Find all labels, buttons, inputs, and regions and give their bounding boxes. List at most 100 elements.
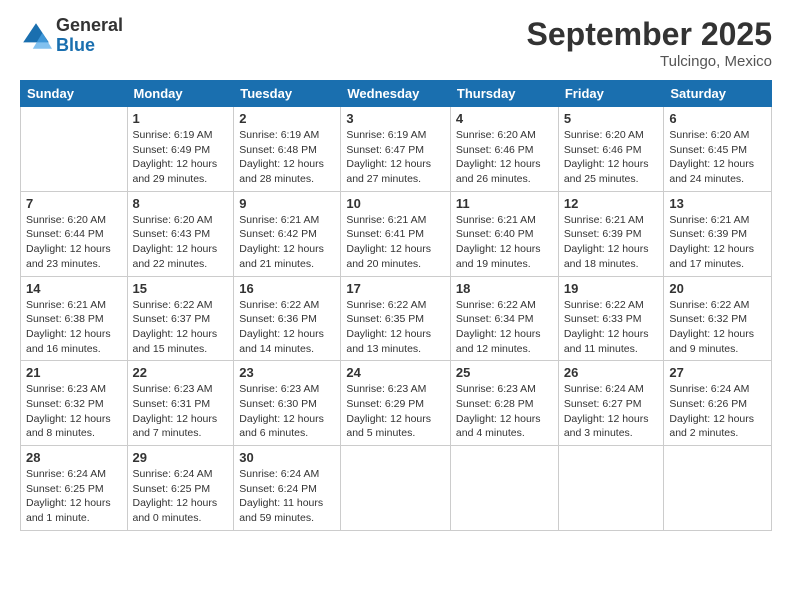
day-info: Sunrise: 6:21 AM Sunset: 6:39 PM Dayligh… bbox=[564, 213, 659, 272]
calendar-cell: 20 Sunrise: 6:22 AM Sunset: 6:32 PM Dayli… bbox=[664, 276, 772, 361]
day-info: Sunrise: 6:22 AM Sunset: 6:36 PM Dayligh… bbox=[239, 298, 335, 357]
day-number: 6 bbox=[669, 111, 766, 126]
calendar-cell: 25 Sunrise: 6:23 AM Sunset: 6:28 PM Dayli… bbox=[450, 361, 558, 446]
day-info: Sunrise: 6:19 AM Sunset: 6:48 PM Dayligh… bbox=[239, 128, 335, 187]
day-number: 8 bbox=[133, 196, 229, 211]
day-info: Sunrise: 6:22 AM Sunset: 6:37 PM Dayligh… bbox=[133, 298, 229, 357]
day-number: 7 bbox=[26, 196, 122, 211]
day-info: Sunrise: 6:22 AM Sunset: 6:32 PM Dayligh… bbox=[669, 298, 766, 357]
calendar-cell: 6 Sunrise: 6:20 AM Sunset: 6:45 PM Daylig… bbox=[664, 107, 772, 192]
day-header-thursday: Thursday bbox=[450, 81, 558, 107]
day-info: Sunrise: 6:20 AM Sunset: 6:46 PM Dayligh… bbox=[564, 128, 659, 187]
day-info: Sunrise: 6:21 AM Sunset: 6:42 PM Dayligh… bbox=[239, 213, 335, 272]
day-number: 30 bbox=[239, 450, 335, 465]
day-info: Sunrise: 6:21 AM Sunset: 6:38 PM Dayligh… bbox=[26, 298, 122, 357]
day-number: 20 bbox=[669, 281, 766, 296]
calendar-cell: 4Sunrise: 6:20 AM Sunset: 6:46 PM Daylig… bbox=[450, 107, 558, 192]
day-number: 18 bbox=[456, 281, 553, 296]
calendar-cell: 18 Sunrise: 6:22 AM Sunset: 6:34 PM Dayli… bbox=[450, 276, 558, 361]
day-number: 25 bbox=[456, 365, 553, 380]
week-row: 21 Sunrise: 6:23 AM Sunset: 6:32 PM Dayli… bbox=[21, 361, 772, 446]
day-info: Sunrise: 6:20 AM Sunset: 6:45 PM Dayligh… bbox=[669, 128, 766, 187]
day-number: 2 bbox=[239, 111, 335, 126]
day-number: 14 bbox=[26, 281, 122, 296]
page: General Blue September 2025 Tulcingo, Me… bbox=[0, 0, 792, 612]
day-number: 17 bbox=[346, 281, 445, 296]
calendar: SundayMondayTuesdayWednesdayThursdayFrid… bbox=[20, 80, 772, 531]
day-header-wednesday: Wednesday bbox=[341, 81, 451, 107]
day-number: 22 bbox=[133, 365, 229, 380]
title-block: September 2025 Tulcingo, Mexico bbox=[527, 16, 772, 70]
logo: General Blue bbox=[20, 16, 123, 56]
header-row: SundayMondayTuesdayWednesdayThursdayFrid… bbox=[21, 81, 772, 107]
day-header-sunday: Sunday bbox=[21, 81, 128, 107]
day-info: Sunrise: 6:22 AM Sunset: 6:35 PM Dayligh… bbox=[346, 298, 445, 357]
day-info: Sunrise: 6:19 AM Sunset: 6:49 PM Dayligh… bbox=[133, 128, 229, 187]
day-header-saturday: Saturday bbox=[664, 81, 772, 107]
day-info: Sunrise: 6:23 AM Sunset: 6:31 PM Dayligh… bbox=[133, 382, 229, 441]
calendar-cell: 12 Sunrise: 6:21 AM Sunset: 6:39 PM Dayli… bbox=[558, 191, 664, 276]
calendar-cell: 13Sunrise: 6:21 AM Sunset: 6:39 PM Dayli… bbox=[664, 191, 772, 276]
day-info: Sunrise: 6:23 AM Sunset: 6:32 PM Dayligh… bbox=[26, 382, 122, 441]
calendar-cell: 11Sunrise: 6:21 AM Sunset: 6:40 PM Dayli… bbox=[450, 191, 558, 276]
day-number: 9 bbox=[239, 196, 335, 211]
day-info: Sunrise: 6:22 AM Sunset: 6:34 PM Dayligh… bbox=[456, 298, 553, 357]
calendar-cell bbox=[341, 446, 451, 531]
week-row: 28 Sunrise: 6:24 AM Sunset: 6:25 PM Dayli… bbox=[21, 446, 772, 531]
calendar-cell: 30 Sunrise: 6:24 AM Sunset: 6:24 PM Dayli… bbox=[234, 446, 341, 531]
logo-text: General Blue bbox=[56, 16, 123, 56]
location: Tulcingo, Mexico bbox=[527, 53, 772, 70]
day-info: Sunrise: 6:22 AM Sunset: 6:33 PM Dayligh… bbox=[564, 298, 659, 357]
calendar-cell bbox=[450, 446, 558, 531]
day-number: 15 bbox=[133, 281, 229, 296]
day-number: 1 bbox=[133, 111, 229, 126]
day-number: 23 bbox=[239, 365, 335, 380]
day-info: Sunrise: 6:24 AM Sunset: 6:27 PM Dayligh… bbox=[564, 382, 659, 441]
day-number: 3 bbox=[346, 111, 445, 126]
day-number: 26 bbox=[564, 365, 659, 380]
week-row: 7 Sunrise: 6:20 AM Sunset: 6:44 PM Daylig… bbox=[21, 191, 772, 276]
day-info: Sunrise: 6:23 AM Sunset: 6:29 PM Dayligh… bbox=[346, 382, 445, 441]
logo-blue: Blue bbox=[56, 36, 123, 56]
calendar-cell: 8 Sunrise: 6:20 AM Sunset: 6:43 PM Daylig… bbox=[127, 191, 234, 276]
day-number: 12 bbox=[564, 196, 659, 211]
day-info: Sunrise: 6:23 AM Sunset: 6:28 PM Dayligh… bbox=[456, 382, 553, 441]
calendar-cell: 19 Sunrise: 6:22 AM Sunset: 6:33 PM Dayli… bbox=[558, 276, 664, 361]
calendar-cell: 10Sunrise: 6:21 AM Sunset: 6:41 PM Dayli… bbox=[341, 191, 451, 276]
day-info: Sunrise: 6:20 AM Sunset: 6:44 PM Dayligh… bbox=[26, 213, 122, 272]
day-number: 13 bbox=[669, 196, 766, 211]
day-number: 28 bbox=[26, 450, 122, 465]
calendar-cell: 7 Sunrise: 6:20 AM Sunset: 6:44 PM Daylig… bbox=[21, 191, 128, 276]
day-info: Sunrise: 6:20 AM Sunset: 6:43 PM Dayligh… bbox=[133, 213, 229, 272]
day-info: Sunrise: 6:20 AM Sunset: 6:46 PM Dayligh… bbox=[456, 128, 553, 187]
day-number: 5 bbox=[564, 111, 659, 126]
header: General Blue September 2025 Tulcingo, Me… bbox=[20, 16, 772, 70]
calendar-cell: 2 Sunrise: 6:19 AM Sunset: 6:48 PM Daylig… bbox=[234, 107, 341, 192]
calendar-cell: 22 Sunrise: 6:23 AM Sunset: 6:31 PM Dayli… bbox=[127, 361, 234, 446]
day-number: 11 bbox=[456, 196, 553, 211]
day-number: 21 bbox=[26, 365, 122, 380]
calendar-cell: 16 Sunrise: 6:22 AM Sunset: 6:36 PM Dayli… bbox=[234, 276, 341, 361]
calendar-cell: 14 Sunrise: 6:21 AM Sunset: 6:38 PM Dayli… bbox=[21, 276, 128, 361]
day-info: Sunrise: 6:24 AM Sunset: 6:25 PM Dayligh… bbox=[26, 467, 122, 526]
calendar-cell: 29Sunrise: 6:24 AM Sunset: 6:25 PM Dayli… bbox=[127, 446, 234, 531]
calendar-cell bbox=[664, 446, 772, 531]
day-number: 29 bbox=[133, 450, 229, 465]
calendar-cell: 3Sunrise: 6:19 AM Sunset: 6:47 PM Daylig… bbox=[341, 107, 451, 192]
day-info: Sunrise: 6:24 AM Sunset: 6:24 PM Dayligh… bbox=[239, 467, 335, 526]
calendar-cell: 24 Sunrise: 6:23 AM Sunset: 6:29 PM Dayli… bbox=[341, 361, 451, 446]
calendar-cell: 26 Sunrise: 6:24 AM Sunset: 6:27 PM Dayli… bbox=[558, 361, 664, 446]
day-header-tuesday: Tuesday bbox=[234, 81, 341, 107]
day-header-friday: Friday bbox=[558, 81, 664, 107]
day-info: Sunrise: 6:23 AM Sunset: 6:30 PM Dayligh… bbox=[239, 382, 335, 441]
logo-general: General bbox=[56, 16, 123, 36]
day-number: 27 bbox=[669, 365, 766, 380]
day-number: 19 bbox=[564, 281, 659, 296]
week-row: 1 Sunrise: 6:19 AM Sunset: 6:49 PM Daylig… bbox=[21, 107, 772, 192]
calendar-cell: 23 Sunrise: 6:23 AM Sunset: 6:30 PM Dayli… bbox=[234, 361, 341, 446]
calendar-cell: 1 Sunrise: 6:19 AM Sunset: 6:49 PM Daylig… bbox=[127, 107, 234, 192]
day-number: 24 bbox=[346, 365, 445, 380]
day-number: 10 bbox=[346, 196, 445, 211]
day-number: 16 bbox=[239, 281, 335, 296]
calendar-cell: 27Sunrise: 6:24 AM Sunset: 6:26 PM Dayli… bbox=[664, 361, 772, 446]
